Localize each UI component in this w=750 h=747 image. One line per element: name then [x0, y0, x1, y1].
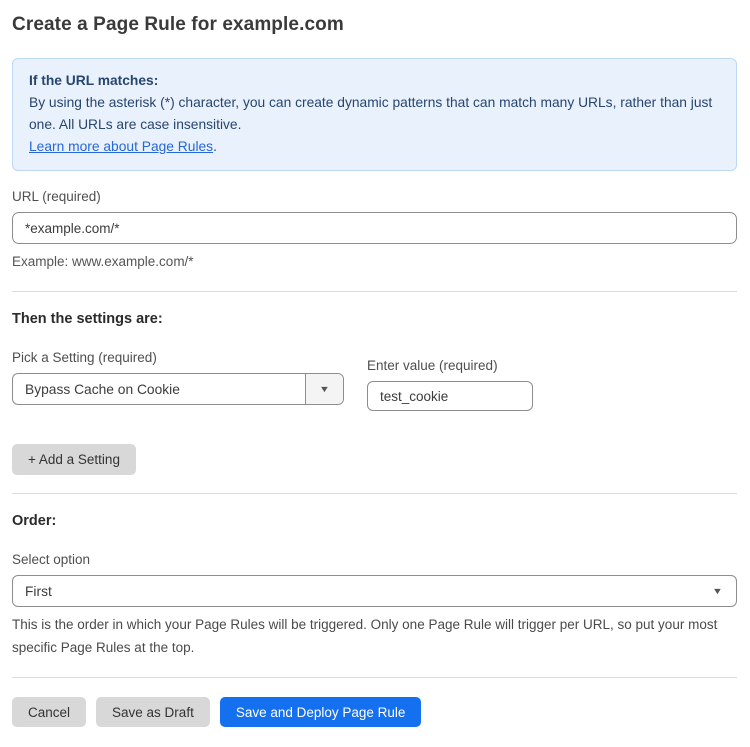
setting-picker-column: Pick a Setting (required) Bypass Cache o…	[12, 350, 344, 405]
order-help-text: This is the order in which your Page Rul…	[12, 613, 737, 659]
learn-more-link[interactable]: Learn more about Page Rules	[29, 139, 213, 154]
settings-section-heading: Then the settings are:	[12, 311, 737, 327]
link-period: .	[213, 139, 217, 154]
save-and-deploy-button[interactable]: Save and Deploy Page Rule	[220, 697, 422, 727]
cancel-button[interactable]: Cancel	[12, 697, 86, 727]
setting-value-column: Enter value (required)	[367, 350, 533, 411]
save-as-draft-button[interactable]: Save as Draft	[96, 697, 210, 727]
order-select-label: Select option	[12, 552, 737, 567]
setting-select-value: Bypass Cache on Cookie	[13, 374, 305, 404]
url-field-label: URL (required)	[12, 189, 737, 204]
info-box-heading: If the URL matches:	[29, 70, 720, 92]
chevron-down-icon: ▼	[319, 385, 330, 394]
footer-buttons: Cancel Save as Draft Save and Deploy Pag…	[12, 697, 737, 727]
order-select[interactable]: First ▼	[12, 575, 737, 607]
info-box-body: By using the asterisk (*) character, you…	[29, 92, 720, 136]
divider	[12, 493, 737, 494]
page-title: Create a Page Rule for example.com	[12, 14, 737, 36]
add-setting-button[interactable]: + Add a Setting	[12, 444, 136, 475]
setting-picker-label: Pick a Setting (required)	[12, 350, 344, 365]
divider	[12, 677, 737, 678]
url-input[interactable]	[12, 212, 737, 244]
info-box-link-line: Learn more about Page Rules.	[29, 136, 720, 158]
setting-value-input[interactable]	[367, 381, 533, 411]
chevron-down-icon: ▼	[712, 587, 723, 596]
url-matches-info-box: If the URL matches: By using the asteris…	[12, 58, 737, 171]
divider	[12, 291, 737, 292]
order-select-value: First	[25, 584, 52, 599]
create-page-rule-form: Create a Page Rule for example.com If th…	[0, 0, 750, 747]
order-section-heading: Order:	[12, 513, 737, 529]
setting-select[interactable]: Bypass Cache on Cookie ▼	[12, 373, 344, 405]
settings-row: Pick a Setting (required) Bypass Cache o…	[12, 350, 737, 411]
setting-value-label: Enter value (required)	[367, 358, 533, 373]
url-example-text: Example: www.example.com/*	[12, 251, 737, 273]
setting-select-arrow-button[interactable]: ▼	[305, 374, 343, 404]
info-box-body-text: By using the asterisk (*) character, you…	[29, 95, 712, 132]
